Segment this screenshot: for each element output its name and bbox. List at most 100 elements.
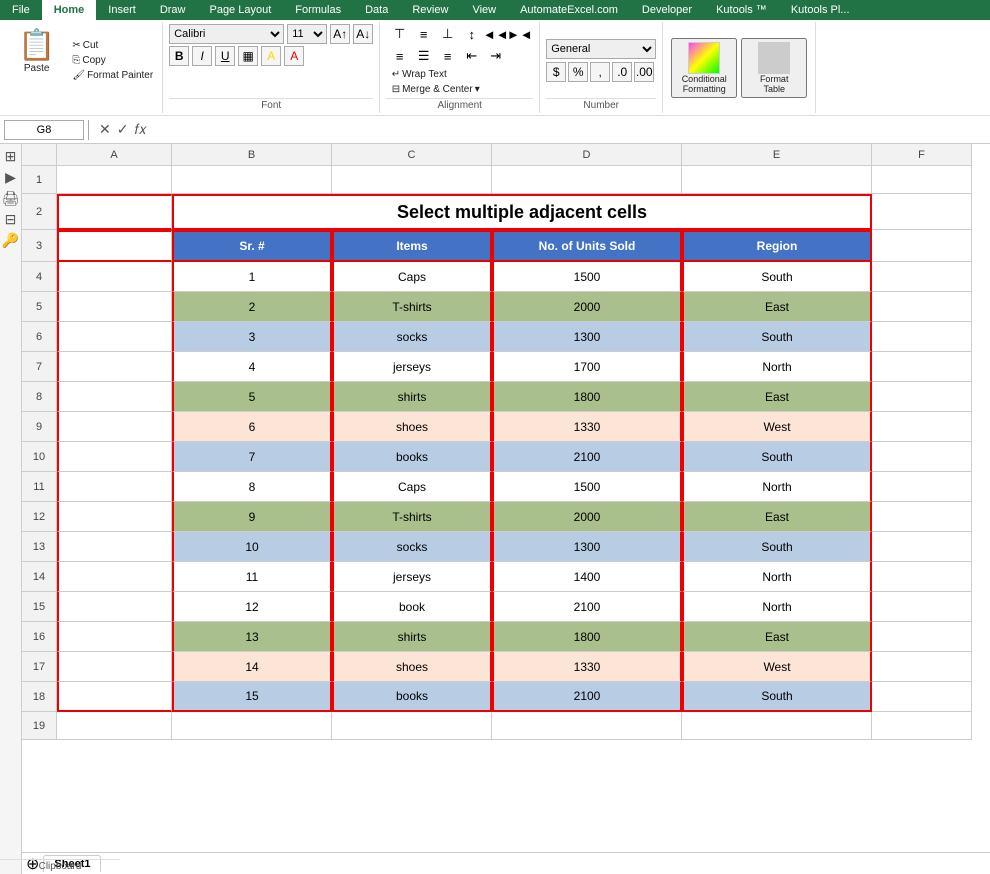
increase-font-button[interactable]: A↑ <box>330 24 350 44</box>
bold-button[interactable]: B <box>169 46 189 66</box>
cell-c10[interactable]: books <box>332 442 492 472</box>
cell-d1[interactable] <box>492 166 682 194</box>
cell-e7[interactable]: North <box>682 352 872 382</box>
cell-e19[interactable] <box>682 712 872 740</box>
cell-b2-title[interactable]: Select multiple adjacent cells <box>172 194 872 230</box>
cell-f19[interactable] <box>872 712 972 740</box>
cell-f5[interactable] <box>872 292 972 322</box>
cell-a5[interactable] <box>57 292 172 322</box>
cell-b16[interactable]: 13 <box>172 622 332 652</box>
tab-insert[interactable]: Insert <box>96 0 148 20</box>
cell-d3[interactable]: No. of Units Sold <box>492 230 682 262</box>
format-painter-button[interactable]: 🖌 Format Painter <box>69 69 156 82</box>
cell-d9[interactable]: 1330 <box>492 412 682 442</box>
increase-indent-button[interactable]: ⇥ <box>485 46 507 66</box>
cell-e16[interactable]: East <box>682 622 872 652</box>
cell-c11[interactable]: Caps <box>332 472 492 502</box>
cell-b18[interactable]: 15 <box>172 682 332 712</box>
cell-d17[interactable]: 1330 <box>492 652 682 682</box>
cell-f6[interactable] <box>872 322 972 352</box>
cell-d16[interactable]: 1800 <box>492 622 682 652</box>
cancel-formula-icon[interactable]: ✕ <box>99 121 111 138</box>
cell-e13[interactable]: South <box>682 532 872 562</box>
cell-e15[interactable]: North <box>682 592 872 622</box>
row-header-8[interactable]: 8 <box>22 382 57 412</box>
cell-f17[interactable] <box>872 652 972 682</box>
cell-e9[interactable]: West <box>682 412 872 442</box>
cell-a16[interactable] <box>57 622 172 652</box>
row-header-12[interactable]: 12 <box>22 502 57 532</box>
paste-button[interactable]: 📋 Paste <box>10 24 63 78</box>
cell-d4[interactable]: 1500 <box>492 262 682 292</box>
cell-e6[interactable]: South <box>682 322 872 352</box>
cell-b17[interactable]: 14 <box>172 652 332 682</box>
cell-d14[interactable]: 1400 <box>492 562 682 592</box>
row-header-1[interactable]: 1 <box>22 166 57 194</box>
cell-b12[interactable]: 9 <box>172 502 332 532</box>
cell-c6[interactable]: socks <box>332 322 492 352</box>
increase-decimal-button[interactable]: .00 <box>634 62 654 82</box>
tab-kutools-pl[interactable]: Kutools Pl... <box>779 0 862 20</box>
cell-b19[interactable] <box>172 712 332 740</box>
cell-f9[interactable] <box>872 412 972 442</box>
cell-a17[interactable] <box>57 652 172 682</box>
cell-b14[interactable]: 11 <box>172 562 332 592</box>
cell-d10[interactable]: 2100 <box>492 442 682 472</box>
cell-c15[interactable]: book <box>332 592 492 622</box>
cell-e10[interactable]: South <box>682 442 872 472</box>
cell-b9[interactable]: 6 <box>172 412 332 442</box>
cell-a7[interactable] <box>57 352 172 382</box>
cell-d18[interactable]: 2100 <box>492 682 682 712</box>
cell-b10[interactable]: 7 <box>172 442 332 472</box>
copy-button[interactable]: ⎘ Copy <box>69 54 156 67</box>
cell-f11[interactable] <box>872 472 972 502</box>
col-header-c[interactable]: C <box>332 144 492 166</box>
col-header-a[interactable]: A <box>57 144 172 166</box>
row-header-3[interactable]: 3 <box>22 230 57 262</box>
font-size-select[interactable]: 11 <box>287 24 327 44</box>
sidebar-icon-1[interactable]: ⊞ <box>5 148 17 165</box>
cell-f10[interactable] <box>872 442 972 472</box>
conditional-formatting-button[interactable]: Conditional Formatting <box>671 38 737 98</box>
row-header-17[interactable]: 17 <box>22 652 57 682</box>
align-right-button[interactable]: ≡ <box>437 46 459 66</box>
col-header-f[interactable]: F <box>872 144 972 166</box>
cell-b15[interactable]: 12 <box>172 592 332 622</box>
cell-e5[interactable]: East <box>682 292 872 322</box>
sidebar-icon-4[interactable]: ⊟ <box>5 211 17 228</box>
tab-review[interactable]: Review <box>400 0 460 20</box>
fill-color-button[interactable]: A <box>261 46 281 66</box>
cell-a9[interactable] <box>57 412 172 442</box>
row-header-18[interactable]: 18 <box>22 682 57 712</box>
font-name-select[interactable]: Calibri <box>169 24 284 44</box>
cell-b5[interactable]: 2 <box>172 292 332 322</box>
cell-a11[interactable] <box>57 472 172 502</box>
cell-d7[interactable]: 1700 <box>492 352 682 382</box>
tab-file[interactable]: File <box>0 0 42 20</box>
row-header-6[interactable]: 6 <box>22 322 57 352</box>
cell-d8[interactable]: 1800 <box>492 382 682 412</box>
cell-c7[interactable]: jerseys <box>332 352 492 382</box>
cell-b8[interactable]: 5 <box>172 382 332 412</box>
cell-a3[interactable] <box>57 230 172 262</box>
cell-c8[interactable]: shirts <box>332 382 492 412</box>
align-left-button[interactable]: ≡ <box>389 46 411 66</box>
cell-a15[interactable] <box>57 592 172 622</box>
cell-f4[interactable] <box>872 262 972 292</box>
percent-button[interactable]: % <box>568 62 588 82</box>
decrease-indent-button[interactable]: ⇤ <box>461 46 483 66</box>
cell-c13[interactable]: socks <box>332 532 492 562</box>
decrease-font-button[interactable]: A↓ <box>353 24 373 44</box>
indent-decrease-button[interactable]: ◄◄ <box>485 24 507 44</box>
number-format-select[interactable]: General <box>546 39 656 59</box>
row-header-16[interactable]: 16 <box>22 622 57 652</box>
cell-d6[interactable]: 1300 <box>492 322 682 352</box>
wrap-text-button[interactable]: ↵ Wrap Text <box>389 68 450 81</box>
cell-a1[interactable] <box>57 166 172 194</box>
confirm-formula-icon[interactable]: ✓ <box>117 121 129 138</box>
cell-c12[interactable]: T-shirts <box>332 502 492 532</box>
row-header-13[interactable]: 13 <box>22 532 57 562</box>
formula-input[interactable] <box>153 123 986 137</box>
row-header-14[interactable]: 14 <box>22 562 57 592</box>
row-header-9[interactable]: 9 <box>22 412 57 442</box>
